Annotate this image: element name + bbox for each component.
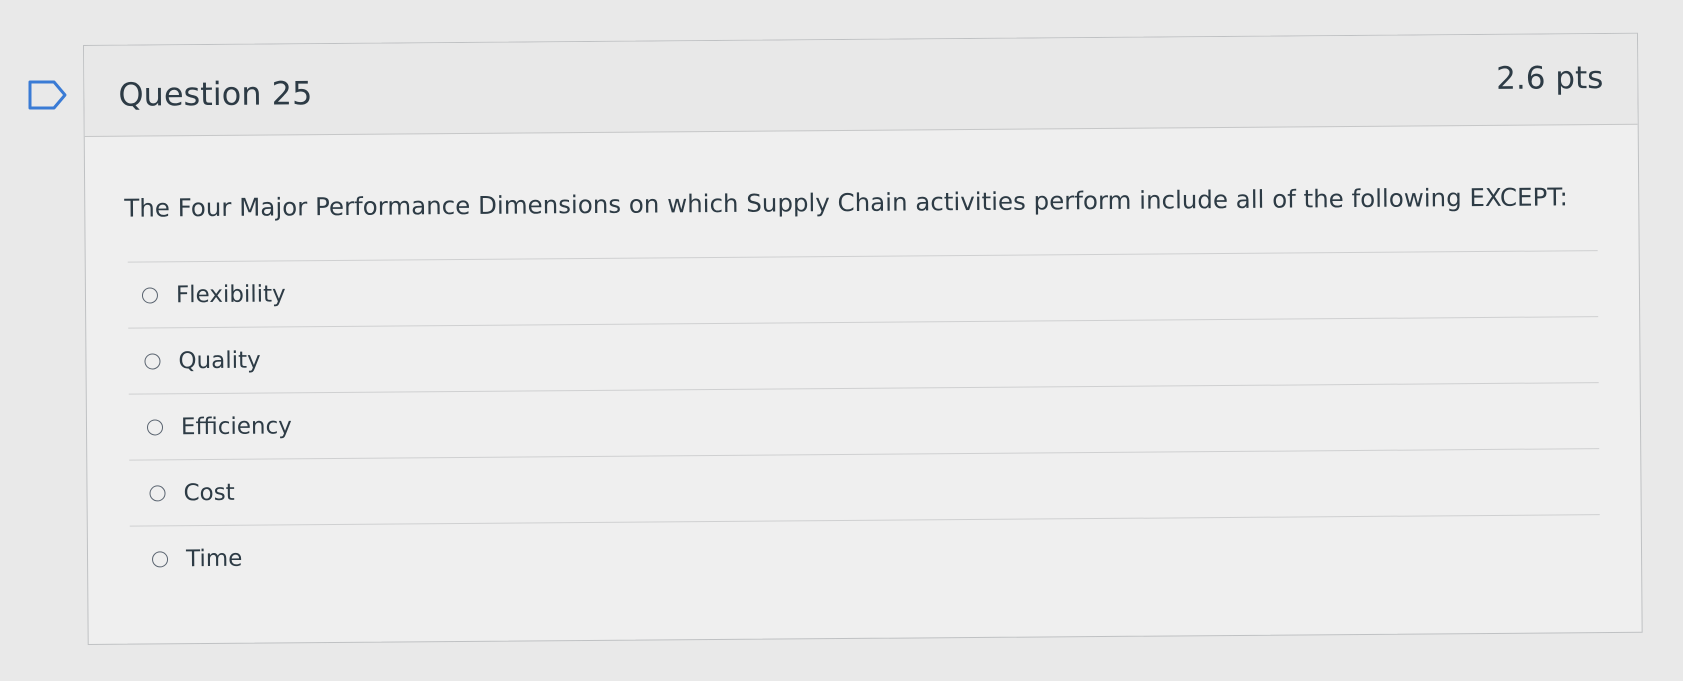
radio-button[interactable]: [149, 484, 166, 501]
answer-label: Cost: [183, 479, 235, 506]
radio-button[interactable]: [146, 418, 164, 436]
answer-option-flexibility[interactable]: Flexibility: [127, 250, 1599, 328]
question-points: 2.6 pts: [1496, 60, 1604, 97]
radio-button[interactable]: [144, 352, 161, 370]
flag-question-icon[interactable]: [28, 80, 68, 110]
answer-label: Flexibility: [175, 280, 286, 308]
answer-label: Efficiency: [180, 412, 292, 440]
question-card: Question 25 2.6 pts The Four Major Perfo…: [83, 32, 1643, 645]
answer-label: Time: [185, 545, 243, 572]
question-text: The Four Major Performance Dimensions on…: [124, 182, 1568, 223]
radio-button[interactable]: [151, 550, 169, 567]
answer-option-quality[interactable]: Quality: [128, 316, 1599, 394]
answer-option-efficiency[interactable]: Efficiency: [128, 382, 1600, 460]
question-title: Question 25: [118, 74, 313, 114]
answer-label: Quality: [178, 347, 261, 374]
question-body: The Four Major Performance Dimensions on…: [85, 125, 1642, 644]
answer-option-time[interactable]: Time: [129, 514, 1601, 592]
radio-button[interactable]: [141, 286, 159, 304]
question-header: Question 25 2.6 pts: [84, 33, 1638, 137]
answer-option-cost[interactable]: Cost: [129, 448, 1600, 526]
answer-list: Flexibility Quality Efficiency Cost Time: [127, 250, 1601, 592]
